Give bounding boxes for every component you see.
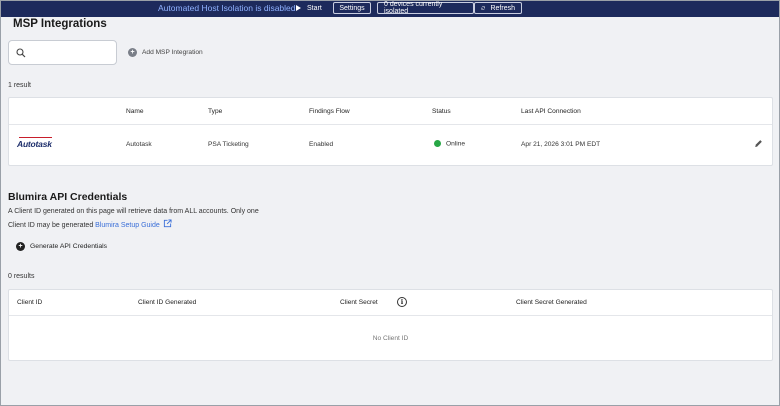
api-description-text: Client ID may be generated — [8, 222, 94, 229]
column-header-client-secret-generated: Client Secret Generated — [516, 299, 587, 306]
online-status-dot — [434, 140, 441, 147]
header-divider — [9, 315, 772, 316]
column-header-last-api-connection: Last API Connection — [521, 108, 581, 115]
refresh-label: Refresh — [490, 4, 515, 12]
start-label: Start — [307, 4, 322, 12]
empty-state-text: No Client ID — [372, 335, 409, 342]
row-status-label: Online — [446, 140, 466, 148]
api-description-line2: Client ID may be generated Blumira Setup… — [8, 219, 172, 229]
column-header-type: Type — [208, 108, 223, 115]
external-link-icon — [163, 219, 172, 228]
add-msp-integration-label: Add MSP Integration — [142, 49, 203, 56]
settings-button[interactable]: Settings — [333, 2, 371, 14]
generate-api-credentials-button[interactable]: + Generate API Credentials — [16, 242, 107, 251]
isolated-devices-label: 0 devices currently isolated — [384, 1, 443, 15]
msp-result-count: 1 result — [8, 82, 31, 89]
setup-guide-link[interactable]: Blumira Setup Guide — [95, 219, 172, 229]
start-button[interactable]: Start — [296, 2, 322, 14]
api-result-count: 0 results — [8, 273, 35, 280]
search-input[interactable] — [8, 40, 117, 65]
generate-api-credentials-label: Generate API Credentials — [30, 243, 108, 250]
row-name: Autotask — [126, 141, 152, 148]
add-msp-integration-button[interactable]: + Add MSP Integration — [128, 48, 203, 57]
api-credentials-table: Client ID Client ID Generated Client Sec… — [8, 289, 773, 361]
plus-circle-icon: + — [128, 48, 137, 57]
api-credentials-title: Blumira API Credentials — [8, 191, 128, 203]
header-divider — [9, 124, 772, 125]
search-icon — [16, 48, 26, 58]
column-header-client-secret: Client Secret — [340, 299, 378, 306]
isolated-devices-button[interactable]: 0 devices currently isolated — [377, 1, 474, 15]
host-isolation-banner: Automated Host Isolation is disabled Sta… — [0, 0, 780, 17]
row-last-api-connection: Apr 21, 2026 3:01 PM EDT — [521, 141, 601, 148]
autotask-logo: Autotask — [17, 137, 52, 149]
host-isolation-message: Automated Host Isolation is disabled — [158, 3, 296, 13]
row-findings-flow: Enabled — [309, 141, 334, 148]
page-title: MSP Integrations — [13, 18, 107, 30]
msp-integrations-table: Name Type Findings Flow Status Last API … — [8, 97, 773, 166]
column-header-name: Name — [126, 108, 144, 115]
refresh-button[interactable]: Refresh — [474, 2, 522, 14]
row-status: Online — [434, 140, 465, 147]
column-header-status: Status — [432, 108, 451, 115]
row-type: PSA Ticketing — [208, 141, 249, 148]
play-icon — [296, 5, 301, 11]
plus-circle-icon: + — [16, 242, 25, 251]
column-header-client-id: Client ID — [17, 299, 43, 306]
setup-guide-label: Blumira Setup Guide — [95, 222, 160, 229]
refresh-icon — [481, 6, 486, 10]
settings-label: Settings — [339, 4, 365, 12]
info-icon[interactable]: i — [397, 297, 407, 307]
api-description-line1: A Client ID generated on this page will … — [8, 208, 259, 215]
pencil-icon[interactable] — [754, 139, 763, 148]
column-header-findings-flow: Findings Flow — [309, 108, 350, 115]
column-header-client-id-generated: Client ID Generated — [138, 299, 197, 306]
